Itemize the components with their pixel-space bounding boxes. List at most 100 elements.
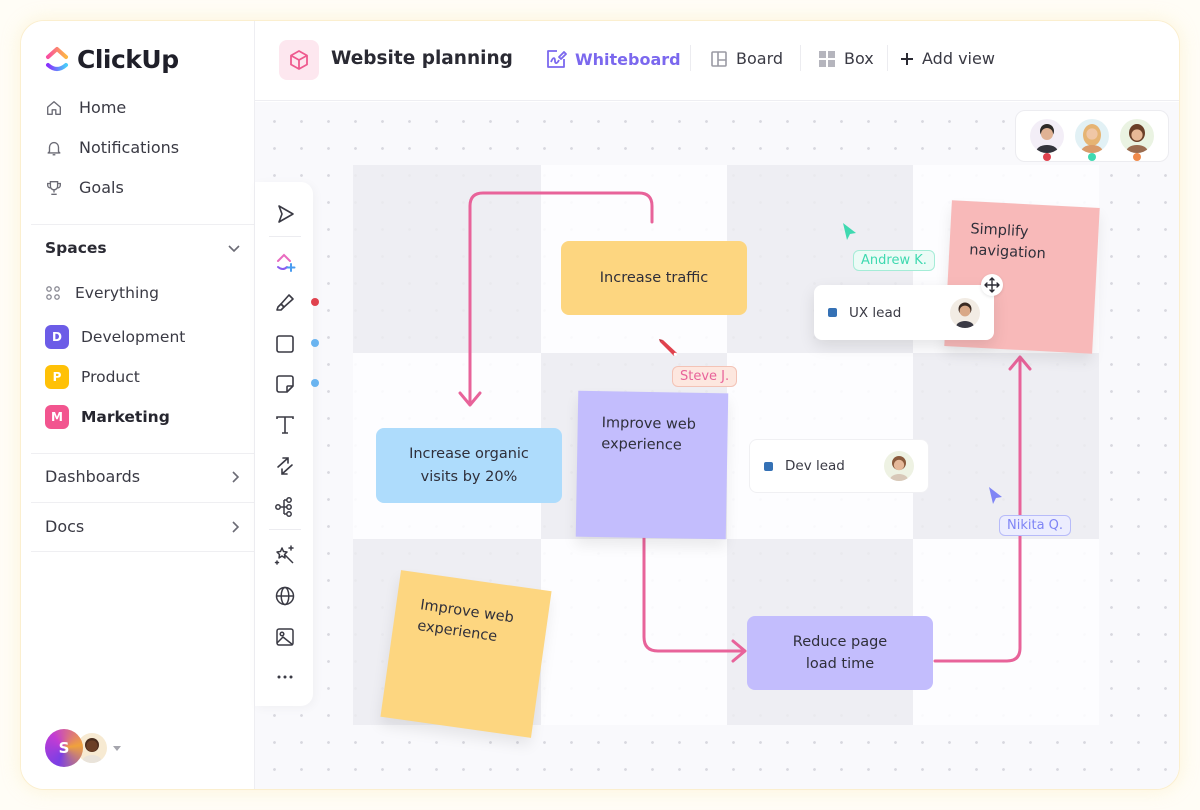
spaces-header[interactable]: Spaces xyxy=(45,239,241,257)
sticky-text: Simplify navigation xyxy=(968,221,1047,263)
collaborator-avatar[interactable] xyxy=(1120,119,1155,161)
collaborator-avatar[interactable] xyxy=(1029,119,1064,161)
toolbar-divider xyxy=(269,236,301,237)
nav-home-label: Home xyxy=(79,98,127,117)
card-text: Increase traffic xyxy=(599,269,709,286)
cursor-andrew-icon xyxy=(843,223,856,240)
role-card-ux-lead[interactable]: UX lead xyxy=(814,285,994,340)
clickup-ai-icon xyxy=(277,253,296,272)
user-avatar: S xyxy=(45,729,83,767)
sticky-text: Improve web experience xyxy=(416,597,515,646)
globe-icon xyxy=(275,586,295,606)
plus-icon xyxy=(901,52,913,65)
tab-board-label: Board xyxy=(736,49,784,68)
tool-pointer[interactable] xyxy=(273,202,297,226)
status-dot xyxy=(1087,153,1096,161)
canvas-tile xyxy=(353,165,541,353)
board-icon xyxy=(711,50,727,67)
space-label-marketing: Marketing xyxy=(81,408,170,426)
tool-text[interactable] xyxy=(273,413,297,437)
box-grid-icon xyxy=(819,50,835,67)
tool-connector[interactable] xyxy=(273,454,297,478)
tool-mind-map[interactable] xyxy=(273,495,297,519)
role-card-dev-lead[interactable]: Dev lead xyxy=(749,439,929,493)
cursor-nikita-icon xyxy=(989,487,1002,504)
bell-icon xyxy=(47,141,61,155)
tab-board[interactable]: Board xyxy=(710,49,783,68)
add-view-button[interactable]: Add view xyxy=(900,49,995,68)
tool-pen[interactable] xyxy=(273,291,297,315)
sidebar-item-everything[interactable]: Everything xyxy=(45,284,159,302)
highlighter-icon xyxy=(276,294,294,311)
tab-separator xyxy=(800,45,801,71)
magic-wand-icon xyxy=(274,545,294,565)
collaborator-avatar[interactable] xyxy=(1074,119,1109,161)
sidebar-divider xyxy=(31,453,254,454)
role-color-swatch xyxy=(828,308,837,317)
sticky-text: Improve web experience xyxy=(601,415,697,454)
whiteboard-canvas[interactable]: Increase traffic Increase organic visits… xyxy=(255,102,1179,789)
role-label: UX lead xyxy=(849,304,902,321)
chevron-right-icon xyxy=(232,520,240,533)
tool-clickup-ai[interactable] xyxy=(273,250,297,274)
cube-icon xyxy=(290,50,308,70)
space-badge-product: P xyxy=(45,365,69,389)
tool-image[interactable] xyxy=(273,625,297,649)
clickup-logo[interactable]: ClickUp xyxy=(45,45,179,74)
status-dot xyxy=(1133,153,1142,161)
card-text: Reduce page load time xyxy=(792,633,888,672)
tool-more[interactable] xyxy=(273,665,297,689)
tool-web-embed[interactable] xyxy=(273,584,297,608)
dashboards-label: Dashboards xyxy=(45,467,141,486)
cursor-label-steve: Steve J. xyxy=(672,366,738,387)
move-handle-icon[interactable] xyxy=(981,274,1003,296)
sidebar: ClickUp Home Notifications Goals Spaces … xyxy=(21,21,255,789)
sidebar-item-dashboards[interactable]: Dashboards xyxy=(45,467,241,486)
mind-map-icon xyxy=(275,497,292,517)
sidebar-item-product[interactable]: P Product xyxy=(45,365,140,389)
add-view-label: Add view xyxy=(922,49,995,68)
collaborators-panel xyxy=(1015,110,1169,162)
tab-whiteboard[interactable]: Whiteboard xyxy=(545,49,681,69)
sidebar-item-marketing[interactable]: M Marketing xyxy=(45,405,170,429)
card-reduce-page-load[interactable]: Reduce page load time xyxy=(747,616,933,690)
more-dots-icon xyxy=(277,675,293,679)
cursor-label-andrew: Andrew K. xyxy=(853,250,935,271)
tab-separator xyxy=(887,45,888,71)
cursor-label-nikita: Nikita Q. xyxy=(999,515,1072,536)
tool-sticky-note[interactable] xyxy=(273,372,297,396)
nav-goals-label: Goals xyxy=(79,178,124,197)
card-text: Increase organic visits by 20% xyxy=(409,446,529,485)
header: Website planning Whiteboard Board Box Ad… xyxy=(255,21,1179,101)
tab-box[interactable]: Box xyxy=(818,49,874,68)
chevron-down-icon[interactable] xyxy=(227,241,241,255)
clickup-logo-icon xyxy=(46,46,68,71)
sticky-improve-web-experience-purple[interactable]: Improve web experience xyxy=(575,390,729,540)
pointer-icon xyxy=(278,205,294,223)
tab-whiteboard-label: Whiteboard xyxy=(575,49,681,69)
nav-notifications-label: Notifications xyxy=(79,138,180,157)
card-increase-traffic[interactable]: Increase traffic xyxy=(561,241,747,315)
nav-home[interactable]: Home xyxy=(45,98,126,117)
nav-goals[interactable]: Goals xyxy=(45,178,124,197)
tool-magic[interactable] xyxy=(273,543,297,567)
ux-lead-avatar xyxy=(950,297,980,328)
sidebar-item-development[interactable]: D Development xyxy=(45,325,185,349)
grid-dots-icon xyxy=(46,286,60,300)
card-increase-organic-visits[interactable]: Increase organic visits by 20% xyxy=(376,428,562,503)
tool-rectangle[interactable] xyxy=(273,332,297,356)
user-menu[interactable]: S xyxy=(45,729,121,767)
tab-separator xyxy=(690,45,691,71)
text-icon xyxy=(276,416,294,434)
sidebar-item-docs[interactable]: Docs xyxy=(45,517,241,536)
sticky-improve-web-experience-yellow[interactable]: Improve web experience xyxy=(380,570,552,738)
sticky-color-indicator xyxy=(311,379,319,387)
nav-notifications[interactable]: Notifications xyxy=(45,138,179,157)
project-icon xyxy=(279,40,319,80)
sticky-note-icon xyxy=(276,375,294,393)
canvas-tile xyxy=(913,539,1099,725)
tab-box-label: Box xyxy=(844,49,874,68)
pencil-cursor-icon xyxy=(659,339,677,356)
docs-label: Docs xyxy=(45,517,85,536)
home-icon xyxy=(47,100,61,115)
